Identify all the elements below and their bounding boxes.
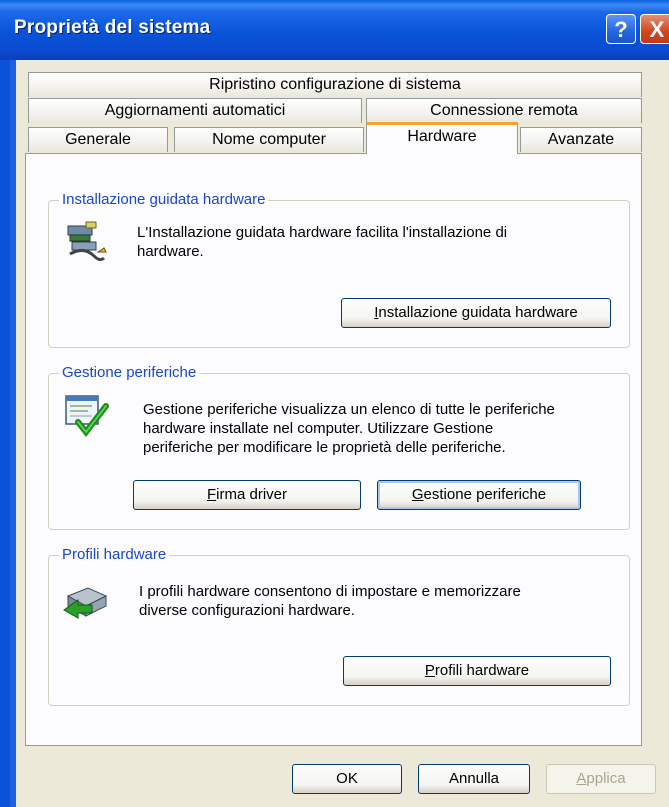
window-frame-left xyxy=(0,60,10,807)
tab-computer-name[interactable]: Nome computer xyxy=(174,127,364,152)
button-accelerator: A xyxy=(576,770,587,787)
tab-remote-connection[interactable]: Connessione remota xyxy=(366,98,642,123)
group-hardware-profiles: Profili hardware I profili hardware cons… xyxy=(48,546,630,706)
group-title: Installazione guidata hardware xyxy=(59,191,269,208)
device-manager-icon xyxy=(65,395,109,437)
device-manager-button[interactable]: Gestione periferiche xyxy=(377,480,581,510)
driver-signing-button[interactable]: Firma driver xyxy=(133,480,361,510)
button-accelerator: P xyxy=(424,662,435,679)
window-frame-left-inner xyxy=(10,60,16,807)
close-button[interactable]: X xyxy=(640,14,669,44)
button-label: estione periferiche xyxy=(423,486,547,503)
button-label: rofili hardware xyxy=(434,662,530,679)
hardware-wizard-icon xyxy=(67,221,107,262)
apply-button[interactable]: Applica xyxy=(546,764,656,794)
button-accelerator: F xyxy=(206,486,217,503)
devices-description-line-2: hardware installate nel computer. Utiliz… xyxy=(143,420,494,437)
ok-button[interactable]: OK xyxy=(292,764,402,794)
button-label: nstallazione guidata hardware xyxy=(378,304,578,321)
group-title: Profili hardware xyxy=(59,546,170,563)
tab-general[interactable]: Generale xyxy=(28,127,168,152)
hardware-wizard-button[interactable]: Installazione guidata hardware xyxy=(341,298,611,328)
cancel-button[interactable]: Annulla xyxy=(418,764,530,794)
tab-automatic-updates[interactable]: Aggiornamenti automatici xyxy=(28,98,362,123)
wizard-description-line-1: L'Installazione guidata hardware facilit… xyxy=(137,224,508,241)
profiles-description-line-1: I profili hardware consentono di imposta… xyxy=(139,583,521,600)
group-device-manager: Gestione periferiche Gestione periferich… xyxy=(48,364,630,530)
group-hardware-wizard: Installazione guidata hardware L'Install… xyxy=(48,191,630,348)
devices-description-line-1: Gestione periferiche visualizza un elenc… xyxy=(143,401,555,418)
button-label: irma driver xyxy=(216,486,287,503)
window-title: Proprietà del sistema xyxy=(14,17,211,38)
tab-system-restore[interactable]: Ripristino configurazione di sistema xyxy=(28,72,642,97)
tab-advanced[interactable]: Avanzate xyxy=(520,127,642,152)
system-properties-window: Proprietà del sistema ? X Ripristino con… xyxy=(0,0,669,807)
wizard-description-line-2: hardware. xyxy=(137,243,204,260)
button-accelerator: G xyxy=(411,486,424,503)
group-title: Gestione periferiche xyxy=(59,364,200,381)
tab-hardware[interactable]: Hardware xyxy=(366,122,518,154)
hardware-profiles-icon xyxy=(63,587,108,619)
hardware-profiles-button[interactable]: Profili hardware xyxy=(343,656,611,686)
help-button[interactable]: ? xyxy=(606,14,636,44)
title-bar[interactable]: Proprietà del sistema ? X xyxy=(0,0,669,60)
button-label: pplica xyxy=(586,770,626,787)
profiles-description-line-2: diverse configurazioni hardware. xyxy=(139,602,355,619)
devices-description-line-3: periferiche per modificare le proprietà … xyxy=(143,439,506,456)
